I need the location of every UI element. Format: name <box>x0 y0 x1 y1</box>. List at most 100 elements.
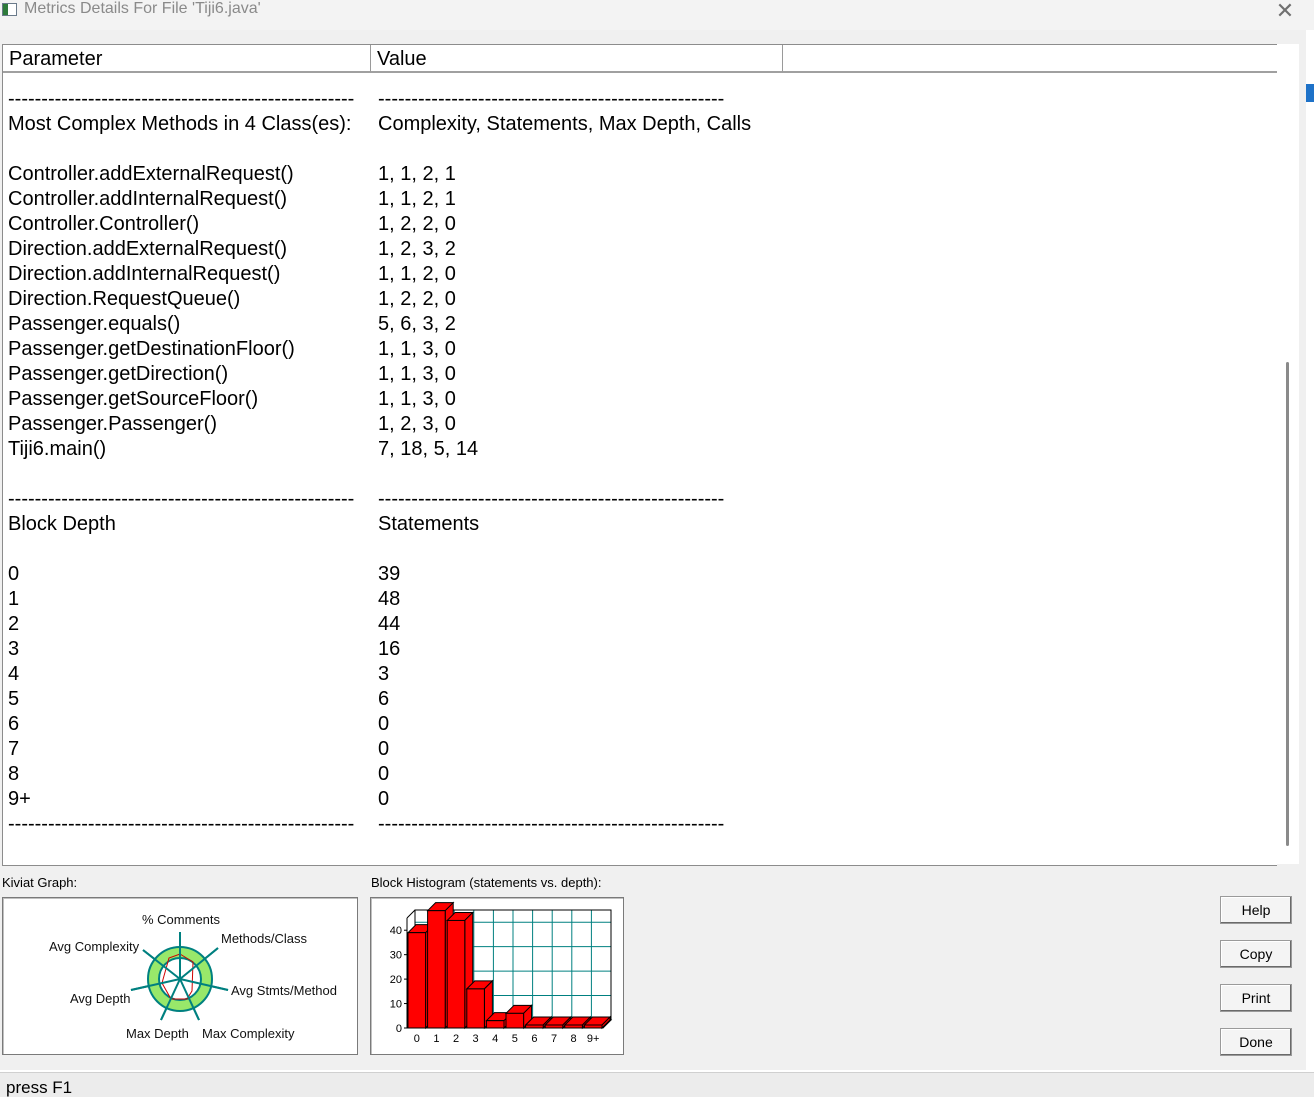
table-row[interactable] <box>3 537 1273 562</box>
x-tick-label: 2 <box>453 1033 459 1045</box>
parameter-cell: 7 <box>8 738 20 760</box>
vertical-scrollbar[interactable] <box>1277 44 1299 864</box>
bar <box>485 1020 505 1029</box>
table-row[interactable] <box>3 137 1273 162</box>
table-row[interactable]: Passenger.Passenger() 1, 2, 3, 0 <box>3 412 1273 437</box>
x-tick-label: 8 <box>571 1033 577 1045</box>
table-row[interactable]: Controller.Controller() 1, 2, 2, 0 <box>3 212 1273 237</box>
table-row[interactable]: 43 <box>3 662 1273 687</box>
parameter-cell: 5 <box>8 688 20 710</box>
table-row[interactable]: 0 39 <box>3 562 1273 587</box>
value-cell: 1, 2, 3, 2 <box>378 238 456 260</box>
table-row[interactable]: Direction.RequestQueue() 1, 2, 2, 0 <box>3 287 1273 312</box>
parameter-cell: 3 <box>8 638 20 660</box>
kiviat-axis-max-depth: Max Depth <box>126 1026 189 1041</box>
table-row[interactable]: Most Complex Methods in 4 Class(es): Comp… <box>3 112 1273 137</box>
x-tick-label: 3 <box>473 1033 479 1045</box>
value-cell: 1, 1, 2, 0 <box>378 263 456 285</box>
y-tick-label: 20 <box>390 974 402 986</box>
copy-button[interactable]: Copy <box>1220 940 1292 968</box>
done-button[interactable]: Done <box>1220 1028 1292 1056</box>
table-row[interactable]: Passenger.getDestinationFloor() 1, 1, 3, … <box>3 337 1273 362</box>
background-window-edge <box>1306 30 1314 1070</box>
table-row[interactable]: Passenger.equals() 5, 6, 3, 2 <box>3 312 1273 337</box>
parameter-cell: Passenger.getSourceFloor() <box>8 388 259 410</box>
x-tick-label: 1 <box>433 1033 439 1045</box>
print-button[interactable]: Print <box>1220 984 1292 1012</box>
table-row[interactable]: 80 <box>3 762 1273 787</box>
table-row[interactable] <box>3 462 1273 487</box>
kiviat-axis-avg-complexity: Avg Complexity <box>49 939 140 954</box>
value-cell: 0 <box>378 713 390 735</box>
bar <box>525 1024 544 1029</box>
x-tick-label: 9+ <box>587 1033 600 1045</box>
table-row[interactable]: 2 44 <box>3 612 1273 637</box>
bar <box>564 1024 583 1029</box>
close-button[interactable]: ✕ <box>1270 0 1300 24</box>
value-cell: 0 <box>378 788 390 810</box>
parameter-cell: Passenger.Passenger() <box>8 413 218 435</box>
value-cell: ----------------------------------------… <box>378 488 725 510</box>
help-button[interactable]: Help <box>1220 896 1292 924</box>
kiviat-axis-avg-stmts: Avg Stmts/Method <box>231 983 337 998</box>
parameter-cell: Most Complex Methods in 4 Class(es): <box>8 113 352 135</box>
bar <box>446 919 466 1029</box>
table-row[interactable]: Block Depth Statements <box>3 512 1273 537</box>
value-cell: ----------------------------------------… <box>378 88 725 110</box>
value-cell: 1, 2, 2, 0 <box>378 213 456 235</box>
app-icon <box>2 3 17 16</box>
x-tick-label: 0 <box>414 1033 420 1045</box>
table-row[interactable]: 56 <box>3 687 1273 712</box>
table-row[interactable]: 1 48 <box>3 587 1273 612</box>
table-row[interactable]: Passenger.getDirection() 1, 1, 3, 0 <box>3 362 1273 387</box>
table-row[interactable]: ----------------------------------------… <box>3 87 1273 112</box>
table-row[interactable]: Controller.addExternalRequest() 1, 1, 2, … <box>3 162 1273 187</box>
value-cell: 1, 1, 3, 0 <box>378 363 456 385</box>
x-tick-label: 7 <box>551 1033 557 1045</box>
table-row[interactable]: Tiji6.main() 7, 18, 5, 14 <box>3 437 1273 462</box>
bar <box>466 988 485 1029</box>
value-cell: 39 <box>378 563 401 585</box>
scrollbar-thumb[interactable] <box>1286 362 1289 846</box>
metrics-list[interactable]: Parameter Value ------------------------… <box>2 44 1277 866</box>
value-cell: 0 <box>378 738 390 760</box>
parameter-cell: Direction.RequestQueue() <box>8 288 241 310</box>
value-cell: Complexity, Statements, Max Depth, Calls <box>378 113 752 135</box>
kiviat-axis-max-complexity: Max Complexity <box>202 1026 295 1041</box>
parameter-cell: 9+ <box>8 788 31 810</box>
y-axis-top <box>406 909 416 919</box>
column-header-value[interactable]: Value <box>371 45 783 73</box>
parameter-cell: Direction.addExternalRequest() <box>8 238 288 260</box>
table-row[interactable]: 9+ 0 <box>3 787 1273 812</box>
column-header-parameter[interactable]: Parameter <box>3 45 371 73</box>
table-row[interactable]: 60 <box>3 712 1273 737</box>
kiviat-axis-avg-depth: Avg Depth <box>70 991 131 1006</box>
parameter-cell: 6 <box>8 713 20 735</box>
column-header-empty <box>783 45 1277 73</box>
x-tick-label: 5 <box>512 1033 518 1045</box>
y-tick-label: 10 <box>390 999 402 1011</box>
table-row[interactable]: 3 16 <box>3 637 1273 662</box>
x-tick-label: 4 <box>492 1033 498 1045</box>
parameter-cell: Direction.addInternalRequest() <box>8 263 281 285</box>
table-row[interactable]: Passenger.getSourceFloor() 1, 1, 3, 0 <box>3 387 1273 412</box>
kiviat-axis-comments: % Comments <box>142 912 221 927</box>
parameter-cell: ----------------------------------------… <box>8 88 355 110</box>
histogram-label: Block Histogram (statements vs. depth): <box>371 875 602 890</box>
parameter-cell: Block Depth <box>8 513 116 535</box>
value-cell: 1, 1, 3, 0 <box>378 388 456 410</box>
table-row[interactable]: Controller.addInternalRequest() 1, 1, 2, … <box>3 187 1273 212</box>
value-cell: 5, 6, 3, 2 <box>378 313 456 335</box>
table-row[interactable]: Direction.addInternalRequest() 1, 1, 2, 0 <box>3 262 1273 287</box>
value-cell: 16 <box>378 638 401 660</box>
value-cell: 1, 2, 2, 0 <box>378 288 456 310</box>
metrics-rows: ----------------------------------------… <box>3 87 1273 837</box>
kiviat-label: Kiviat Graph: <box>2 875 78 890</box>
table-row[interactable]: ----------------------------------------… <box>3 812 1273 837</box>
table-row[interactable]: Direction.addExternalRequest() 1, 2, 3, 2 <box>3 237 1273 262</box>
parameter-cell: 8 <box>8 763 20 785</box>
table-row[interactable]: ----------------------------------------… <box>3 487 1273 512</box>
table-row[interactable]: 70 <box>3 737 1273 762</box>
parameter-cell: Controller.Controller() <box>8 213 200 235</box>
block-histogram: 0 10 20 30 40 0 1 2 3 4 5 6 7 8 9+ <box>370 897 624 1055</box>
